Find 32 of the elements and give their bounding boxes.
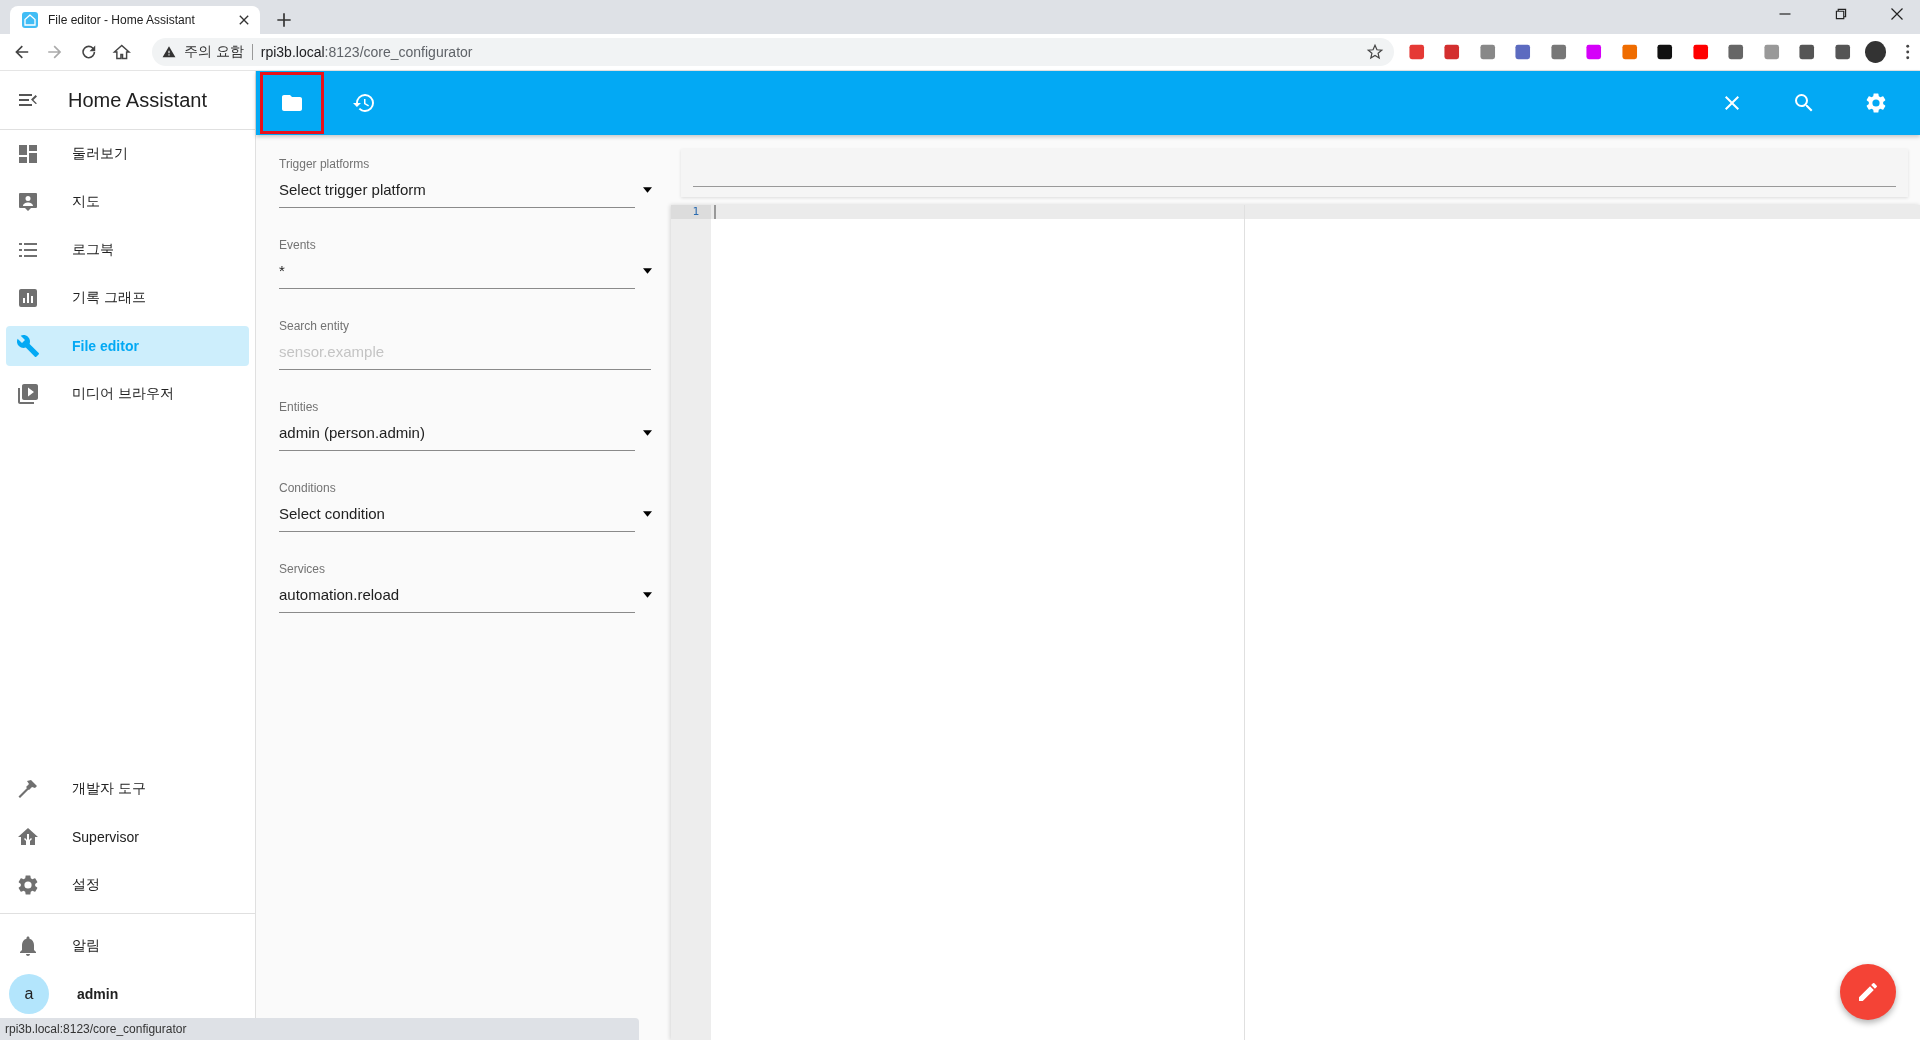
dropdown-field[interactable]: automation.reload: [279, 576, 635, 613]
code-editor[interactable]: 1: [671, 205, 1920, 1040]
user-name: admin: [77, 986, 119, 1002]
field-label: Events: [279, 238, 317, 252]
url-text: rpi3b.local:8123/core_configurator: [260, 44, 473, 60]
field-label: Services: [279, 562, 326, 576]
user-avatar: a: [9, 974, 49, 1014]
dropdown-field[interactable]: *: [279, 252, 635, 289]
sidebar-item[interactable]: Supervisor: [6, 817, 249, 857]
sidebar-item[interactable]: 미디어 브라우저: [6, 374, 249, 414]
sidebar-item[interactable]: 개발자 도구: [6, 769, 249, 809]
app-title: Home Assistant: [68, 88, 207, 112]
field-label: Search entity: [279, 319, 351, 333]
browser-tab[interactable]: File editor - Home Assistant: [10, 6, 260, 34]
line-number: 1: [671, 205, 711, 219]
field-label: Trigger platforms: [279, 157, 371, 171]
dropdown-field[interactable]: Select condition: [279, 495, 635, 532]
notifications-item[interactable]: 알림: [6, 926, 249, 966]
security-status: 주의 요함: [183, 43, 244, 61]
dropdown-field[interactable]: Select trigger platform: [279, 171, 635, 208]
sidebar-item[interactable]: 로그북: [6, 230, 249, 270]
user-item[interactable]: a admin: [6, 974, 249, 1014]
address-field[interactable]: 주의 요함 rpi3b.local:8123/core_configurator: [151, 38, 1394, 66]
field-label: Conditions: [279, 481, 337, 495]
tab-title: File editor - Home Assistant: [48, 13, 196, 27]
status-bar-url: rpi3b.local:8123/core_configurator: [0, 1018, 639, 1040]
sidebar-item[interactable]: 설정: [6, 865, 249, 905]
field-label: Entities: [279, 400, 320, 414]
dropdown-field[interactable]: admin (person.admin): [279, 414, 635, 451]
sidebar-item[interactable]: 지도: [6, 182, 249, 222]
sidebar-item[interactable]: 둘러보기: [6, 134, 249, 174]
sidebar-item[interactable]: 기록 그래프: [6, 278, 249, 318]
